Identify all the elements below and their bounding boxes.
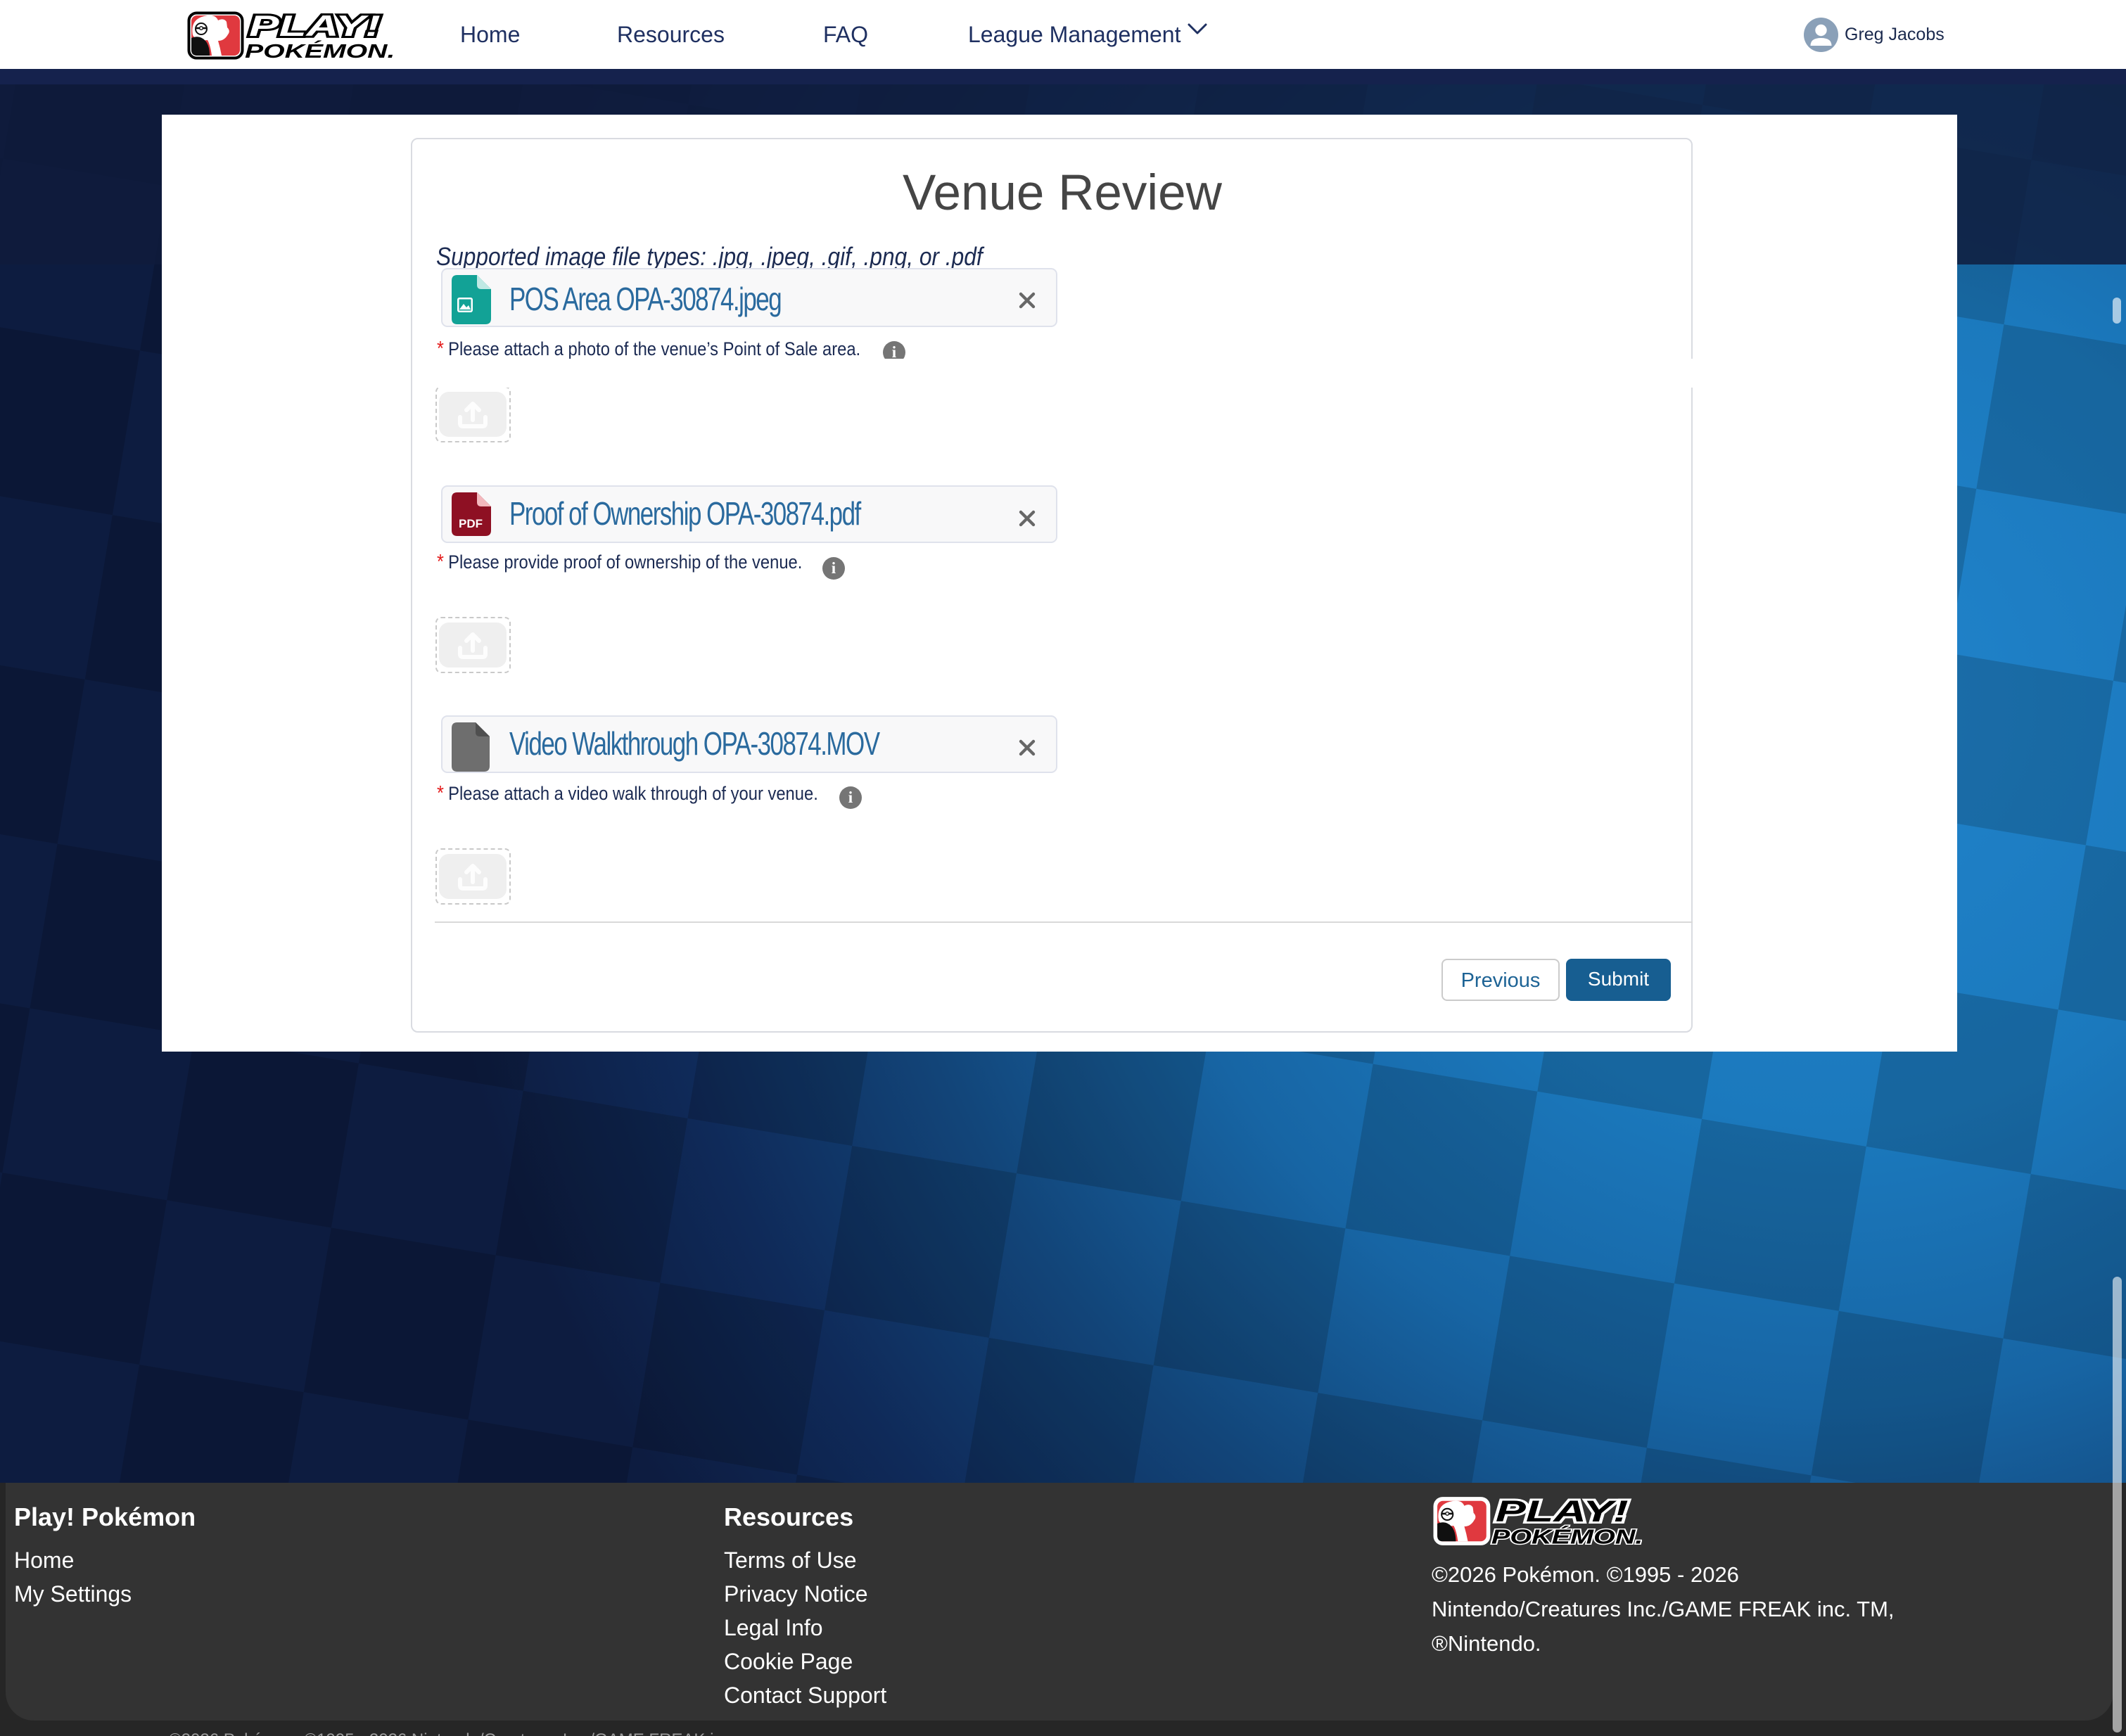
svg-text:PDF: PDF — [459, 517, 483, 530]
